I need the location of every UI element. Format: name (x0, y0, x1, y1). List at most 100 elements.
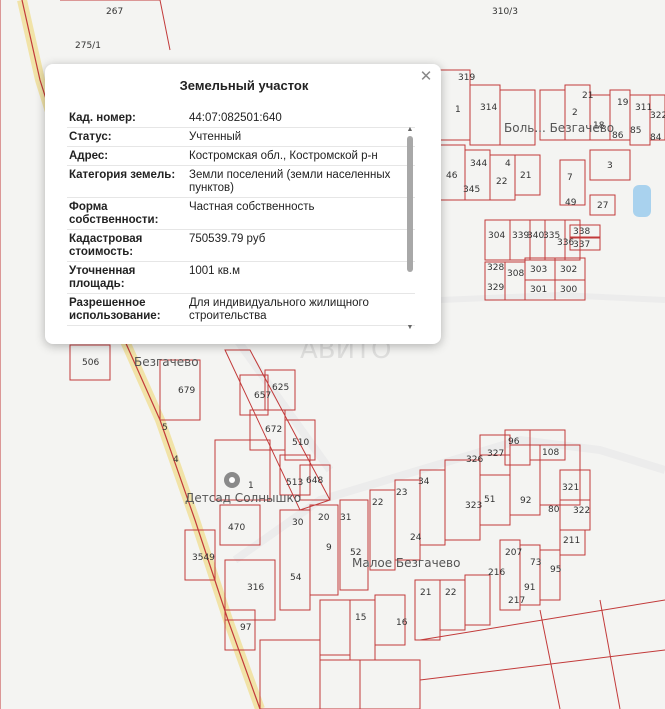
parcel-label: 5 (162, 423, 168, 433)
parcel-label: 314 (480, 103, 497, 113)
parcel-label: 275/1 (75, 41, 101, 51)
parcel-label: 302 (560, 265, 577, 275)
info-row-cadastral-number: Кад. номер: 44:07:082501:640 (67, 109, 415, 128)
info-key: Статус: (69, 131, 112, 143)
parcel-label: 300 (560, 285, 577, 295)
parcel-label: 319 (458, 73, 475, 83)
scroll-down-icon[interactable]: ▼ (406, 324, 414, 332)
parcel-label: 672 (265, 425, 282, 435)
info-value: 750539.79 руб (189, 233, 266, 245)
parcel-label: 310/3 (492, 7, 518, 17)
parcel-label: 338 (573, 227, 590, 237)
parcel-label: 329 (487, 283, 504, 293)
parcel-label: 9 (326, 543, 332, 553)
info-row-status: Статус: Учтенный (67, 128, 415, 147)
popup-scrollbar[interactable]: ▲ ▼ (406, 126, 414, 332)
info-value: 1001 кв.м (189, 265, 241, 277)
parcel-label: 4 (505, 159, 511, 169)
popup-title: Земельный участок (179, 78, 309, 93)
info-value: Для индивидуального жилищного строительс… (189, 297, 369, 322)
parcel-label: 49 (565, 198, 577, 208)
parcel-label: 24 (410, 533, 422, 543)
parcel-label: 207 (505, 548, 522, 558)
parcel-label: 27 (597, 201, 608, 211)
parcel-label: 336 (557, 238, 574, 248)
parcel-label: 96 (508, 437, 520, 447)
parcel-label: 3549 (192, 553, 215, 563)
parcel-label: 328 (487, 263, 504, 273)
parcel-label: 327 (487, 449, 504, 459)
parcel-label: 337 (573, 240, 590, 250)
parcel-label: 2 (572, 108, 578, 118)
parcel-label: 648 (306, 476, 323, 486)
info-key: Категория земель: (69, 169, 176, 181)
parcel-label: 506 (82, 358, 99, 368)
parcel-label: 20 (318, 513, 330, 523)
parcel-label: 322 (573, 506, 590, 516)
parcel-label: 95 (550, 565, 561, 575)
info-row-land-category: Категория земель: Земли поселений (земли… (67, 166, 415, 198)
parcel-label: 80 (548, 505, 560, 515)
parcel-label: 657 (254, 391, 271, 401)
parcel-label: 108 (542, 448, 559, 458)
info-row-cadastral-value: Кадастровая стоимость: 750539.79 руб (67, 230, 415, 262)
parcel-label: 21 (420, 588, 431, 598)
parcel-label: 326 (466, 455, 483, 465)
parcel-label: 344 (470, 159, 487, 169)
pond (633, 185, 651, 217)
scroll-up-icon[interactable]: ▲ (406, 126, 414, 134)
parcel-label: 16 (396, 618, 408, 628)
parcel-label: 323 (465, 501, 482, 511)
parcel-info-table: Кад. номер: 44:07:082501:640 Статус: Учт… (67, 109, 415, 326)
info-value: 44:07:082501:640 (189, 112, 282, 124)
parcel-label: 321 (562, 483, 579, 493)
info-key: Разрешенное использование: (69, 297, 161, 322)
parcel-label: 97 (240, 623, 251, 633)
parcel-label: 22 (372, 498, 383, 508)
parcel-label: 267 (106, 7, 123, 17)
kindergarten-pin-icon[interactable] (224, 472, 240, 488)
parcel-label: 510 (292, 438, 309, 448)
info-key: Форма собственности: (69, 201, 159, 226)
parcel-label: 216 (488, 568, 505, 578)
parcel-label: 54 (290, 573, 302, 583)
parcel-label: 470 (228, 523, 245, 533)
parcel-label: 31 (340, 513, 351, 523)
parcel-label: 308 (507, 269, 524, 279)
parcel-label: 340 (527, 231, 544, 241)
info-row-address: Адрес: Костромская обл., Костромской р-н (67, 147, 415, 166)
scrollbar-thumb[interactable] (407, 136, 413, 272)
info-row-ownership: Форма собственности: Частная собственнос… (67, 198, 415, 230)
poi-label: Детсад Солнышко (185, 491, 301, 505)
parcel-label: 21 (582, 91, 593, 101)
village-label-upper: Боль... Безгачево (504, 121, 614, 135)
parcel-label: 1 (248, 481, 254, 491)
parcel-label: 22 (445, 588, 456, 598)
parcel-label: 73 (530, 558, 541, 568)
parcel-label: 22 (496, 177, 507, 187)
parcel-label: 345 (463, 185, 480, 195)
parcel-label: 625 (272, 383, 289, 393)
parcel-label: 46 (446, 171, 458, 181)
parcel-label: 322 (650, 111, 665, 121)
info-value: Частная собственность (189, 201, 315, 213)
parcel-label: 92 (520, 496, 531, 506)
info-key: Кадастровая стоимость: (69, 233, 143, 258)
parcel-label: 513 (286, 478, 303, 488)
info-key: Адрес: (69, 150, 109, 162)
parcel-label: 30 (292, 518, 304, 528)
info-value: Костромская обл., Костромской р-н (189, 150, 378, 162)
parcel-label: 7 (567, 173, 573, 183)
close-icon[interactable]: ✕ (417, 68, 435, 86)
village-label-lower: Малое Безгачево (352, 556, 460, 570)
info-key: Уточненная площадь: (69, 265, 136, 290)
info-value: Земли поселений (земли населенных пункто… (189, 169, 391, 194)
parcel-label: 21 (520, 171, 531, 181)
info-row-area: Уточненная площадь: 1001 кв.м (67, 262, 415, 294)
parcel-label: 3 (607, 161, 613, 171)
parcel-label: 316 (247, 583, 264, 593)
parcel-info-popup: ✕ Земельный участок Кад. номер: 44:07:08… (45, 64, 441, 344)
parcel-label: 91 (524, 583, 535, 593)
parcel-label: 1 (455, 105, 461, 115)
parcel-label: 51 (484, 495, 495, 505)
